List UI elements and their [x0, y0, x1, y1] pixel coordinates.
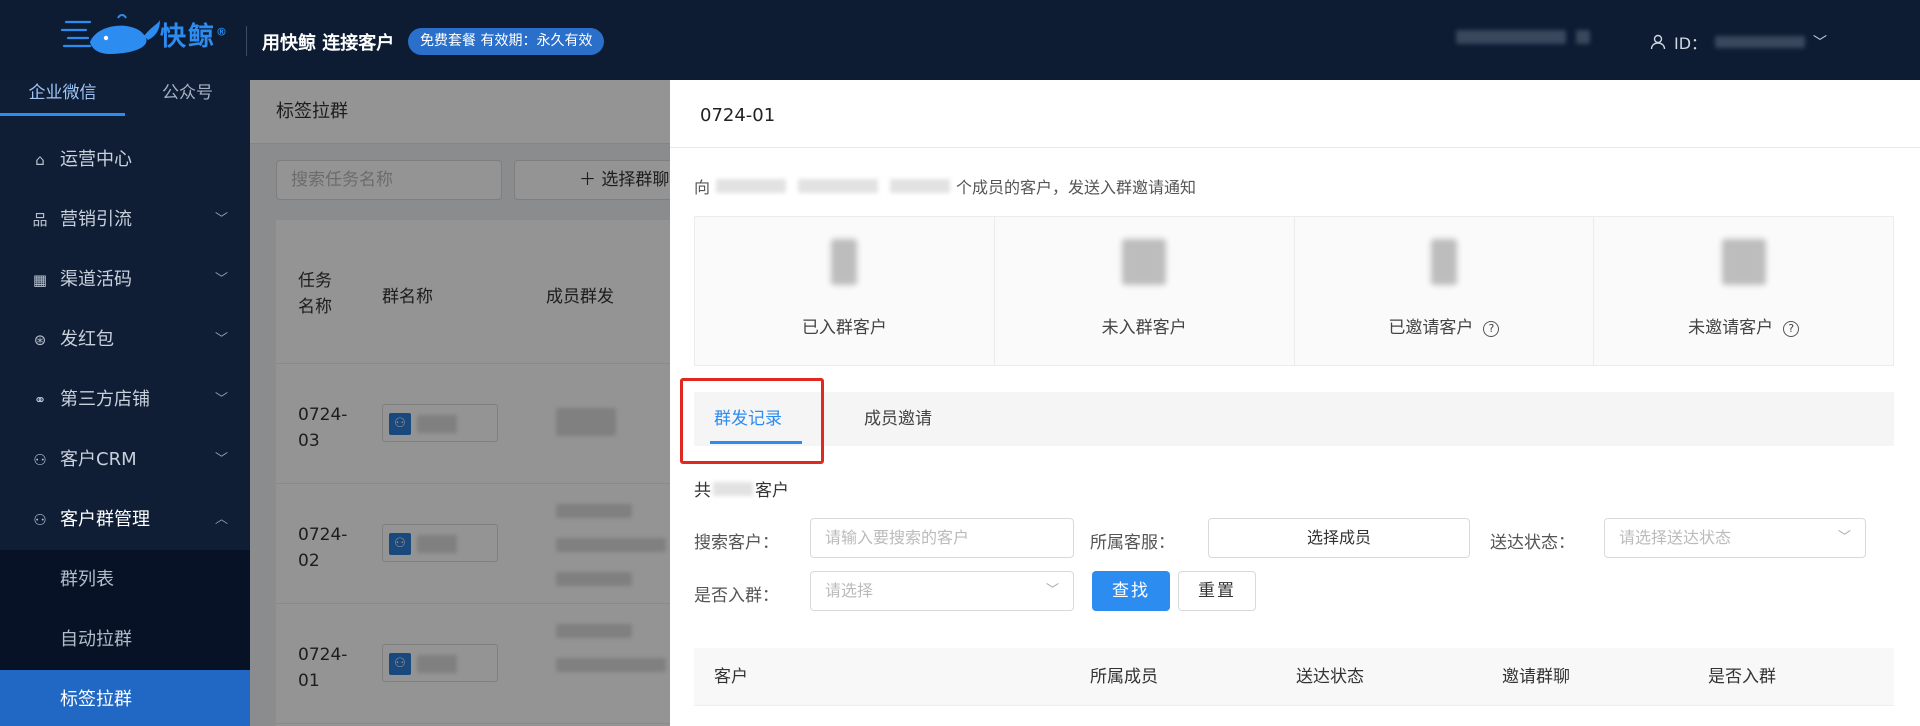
- select-placeholder: 请选择: [825, 581, 874, 600]
- home-icon: ⌂: [35, 151, 45, 169]
- sidebar-item-label: 渠道活码: [60, 269, 132, 290]
- sidebar-item-label: 营销引流: [60, 209, 132, 230]
- sidebar-item-label: 第三方店铺: [60, 389, 150, 410]
- chevron-down-icon: ﹀: [1837, 530, 1851, 545]
- group-icon: ⚇: [33, 511, 47, 529]
- help-icon[interactable]: ?: [1783, 321, 1800, 337]
- sidebar-item-operation[interactable]: ⌂ 运营中心: [0, 130, 250, 190]
- drawer-title: 0724-01: [670, 80, 1920, 148]
- select-placeholder: 请选择送达状态: [1619, 528, 1732, 547]
- top-header: 快鲸® 用快鲸 连接客户 免费套餐 有效期：永久有效 ID： ﹀: [0, 0, 1920, 80]
- stat-not-joined-customers[interactable]: 未入群客户: [995, 217, 1295, 365]
- stats-panel: 已入群客户 未入群客户 已邀请客户? 未邀请客户?: [694, 216, 1894, 366]
- tab-official-account[interactable]: 公众号: [125, 80, 250, 116]
- stat-joined-customers[interactable]: 已入群客户: [695, 217, 995, 365]
- tab-wecom[interactable]: 企业微信: [0, 80, 125, 116]
- stat-label: 未入群客户: [1101, 318, 1187, 338]
- stat-label: 已入群客户: [801, 318, 887, 338]
- tab-broadcast-records[interactable]: 群发记录: [710, 392, 802, 446]
- qrcode-icon: ▦: [32, 271, 48, 289]
- sidebar-item-label: 运营中心: [60, 149, 132, 170]
- delivery-status-select[interactable]: 请选择送达状态 ﹀: [1604, 518, 1866, 558]
- chevron-up-icon: ︿: [214, 512, 228, 527]
- redacted-info: [1456, 30, 1566, 44]
- reset-button[interactable]: 重置: [1178, 571, 1256, 611]
- sitemap-icon: 品: [32, 211, 48, 229]
- column-header: 送达状态: [1296, 667, 1364, 687]
- joined-label: 是否入群：: [694, 586, 779, 606]
- select-member-button[interactable]: 选择成员: [1208, 518, 1470, 558]
- column-header: 是否入群: [1708, 667, 1776, 687]
- total-suffix: 客户: [755, 481, 789, 501]
- joined-select[interactable]: 请选择 ﹀: [810, 571, 1074, 611]
- tab-member-invitations[interactable]: 成员邀请: [864, 392, 932, 446]
- chevron-down-icon: ﹀: [214, 272, 228, 287]
- chevron-down-icon: ﹀: [214, 212, 228, 227]
- stat-label: 已邀请客户?: [1295, 313, 1594, 338]
- task-detail-drawer: 0724-01 向 个成员的客户，发送入群邀请通知 已入群客户 未入群客户 已邀…: [670, 80, 1920, 726]
- stat-label: 未邀请客户?: [1594, 313, 1893, 338]
- customer-search-input[interactable]: 请输入要搜索的客户: [810, 518, 1074, 558]
- owner-label: 所属客服：: [1090, 533, 1175, 553]
- stat-value-redacted: [1721, 239, 1766, 285]
- yuan-icon: ⊛: [33, 331, 47, 349]
- chevron-down-icon: ﹀: [214, 332, 228, 347]
- user-menu[interactable]: ID： ﹀: [1650, 30, 1827, 54]
- column-header: 客户: [714, 667, 748, 687]
- drawer-overlay-mask[interactable]: [250, 80, 670, 726]
- total-prefix: 共: [694, 481, 711, 501]
- group-management-submenu: 群列表 自动拉群 标签拉群: [0, 550, 250, 726]
- stat-invited-customers[interactable]: 已邀请客户?: [1295, 217, 1595, 365]
- sidebar-item-label: 客户CRM: [60, 449, 137, 470]
- sidebar-tabs: 企业微信 公众号: [0, 80, 250, 116]
- sidebar-item-label: 客户群管理: [60, 509, 150, 530]
- stat-value-redacted: [1122, 239, 1167, 285]
- sidebar-item-channel-code[interactable]: ▦ 渠道活码 ﹀: [0, 250, 250, 310]
- chevron-down-icon: ﹀: [1813, 35, 1828, 51]
- drawer-tabs: 群发记录 成员邀请: [694, 392, 1894, 446]
- sidebar-item-group-list[interactable]: 群列表: [0, 550, 250, 610]
- link-icon: ⚭: [33, 391, 47, 409]
- sidebar-item-red-packet[interactable]: ⊛ 发红包 ﹀: [0, 310, 250, 370]
- notice-prefix: 向: [694, 178, 711, 197]
- sidebar-item-crm[interactable]: ⚇ 客户CRM ﹀: [0, 430, 250, 490]
- stat-value-redacted: [1430, 239, 1457, 285]
- sidebar: 企业微信 公众号 ⌂ 运营中心 品 营销引流 ﹀ ▦ 渠道活码 ﹀ ⊛ 发红包 …: [0, 80, 250, 726]
- sidebar-item-auto-group[interactable]: 自动拉群: [0, 610, 250, 670]
- sidebar-item-third-party-store[interactable]: ⚭ 第三方店铺 ﹀: [0, 370, 250, 430]
- brand-name: 快鲸®: [160, 22, 230, 52]
- sidebar-item-group-management[interactable]: ⚇ 客户群管理 ︿: [0, 490, 250, 550]
- redacted-info: [716, 179, 787, 193]
- delivery-status-label: 送达状态：: [1490, 533, 1575, 553]
- column-header: 邀请群聊: [1502, 667, 1570, 687]
- result-table-header: 客户 所属成员 送达状态 邀请群聊 是否入群: [694, 648, 1894, 706]
- sidebar-item-label: 发红包: [60, 329, 114, 350]
- user-id-label: ID：: [1674, 34, 1708, 53]
- sidebar-item-tag-group[interactable]: 标签拉群: [0, 670, 250, 726]
- sidebar-item-marketing[interactable]: 品 营销引流 ﹀: [0, 190, 250, 250]
- help-icon[interactable]: ?: [1483, 321, 1500, 337]
- brand-slogan: 用快鲸 连接客户: [262, 33, 395, 54]
- redacted-info: [798, 179, 879, 193]
- stat-uninvited-customers[interactable]: 未邀请客户?: [1594, 217, 1893, 365]
- customer-search-label: 搜索客户：: [694, 533, 779, 553]
- sidebar-menu: ⌂ 运营中心 品 营销引流 ﹀ ▦ 渠道活码 ﹀ ⊛ 发红包 ﹀ ⚭ 第三方店铺…: [0, 130, 250, 550]
- column-header: 所属成员: [1090, 667, 1158, 687]
- redacted-info: [890, 179, 951, 193]
- user-id-redacted: [1715, 36, 1806, 48]
- chevron-down-icon: ﹀: [1045, 583, 1059, 598]
- header-divider: [246, 26, 247, 56]
- plan-badge[interactable]: 免费套餐 有效期：永久有效: [408, 28, 605, 55]
- notice-suffix: 个成员的客户，发送入群邀请通知: [956, 178, 1197, 197]
- users-icon: ⚇: [33, 451, 47, 469]
- invite-notice: 向 个成员的客户，发送入群邀请通知: [694, 174, 1196, 198]
- redacted-info: [713, 481, 753, 496]
- user-icon: [1650, 34, 1666, 50]
- chevron-down-icon: ﹀: [214, 452, 228, 467]
- stat-value-redacted: [831, 239, 858, 285]
- redacted-info: [1576, 30, 1590, 44]
- chevron-down-icon: ﹀: [214, 392, 228, 407]
- search-button[interactable]: 查找: [1092, 571, 1170, 611]
- total-customers: 共 客户: [694, 476, 789, 501]
